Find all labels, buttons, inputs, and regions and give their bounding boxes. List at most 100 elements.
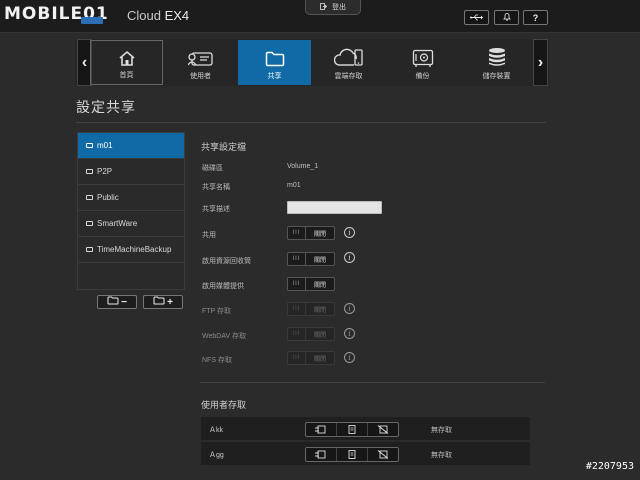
access-state: 無存取 bbox=[431, 427, 452, 434]
help-button[interactable]: ? bbox=[523, 10, 548, 25]
share-description-input[interactable] bbox=[287, 201, 382, 214]
share-profile-title: 共享設定檔 bbox=[201, 142, 247, 152]
toggle-state: 關閉 bbox=[313, 332, 326, 339]
nav-item-users[interactable]: 使用者 bbox=[164, 40, 237, 85]
deny-access-button[interactable] bbox=[368, 423, 398, 436]
table-row: Ａkk 無存取 bbox=[201, 417, 530, 442]
share-item-m01[interactable]: m01 bbox=[78, 133, 184, 159]
top-bar: MOBILE01 Cloud EX4 登出 ? bbox=[0, 0, 640, 33]
nav-item-storage[interactable]: 儲存裝置 bbox=[460, 40, 533, 85]
toggle-state: 關閉 bbox=[313, 257, 326, 264]
folder-icon bbox=[86, 247, 93, 252]
deny-access-icon bbox=[377, 450, 389, 459]
full-access-button[interactable] bbox=[306, 448, 337, 461]
toggle-state: 關閉 bbox=[313, 307, 326, 314]
toggle-grip: III bbox=[288, 352, 306, 364]
title-divider bbox=[76, 122, 546, 123]
nav-next-button[interactable]: › bbox=[533, 39, 548, 86]
section-divider bbox=[200, 382, 545, 383]
deny-access-icon bbox=[377, 425, 389, 434]
nav-item-cloud-access[interactable]: 雲端存取 bbox=[312, 40, 385, 85]
share-description-label: 共享描述 bbox=[202, 206, 230, 213]
share-list: m01 P2P Public SmartWare TimeMachineBack… bbox=[77, 132, 185, 290]
wd-logo-badge bbox=[81, 17, 103, 24]
share-item-label: SmartWare bbox=[97, 219, 138, 228]
user-name: Ａkk bbox=[209, 427, 223, 434]
webdav-access-label: WebDAV 存取 bbox=[202, 333, 247, 340]
share-toggle[interactable]: III 關閉 bbox=[287, 226, 335, 240]
users-icon bbox=[187, 52, 213, 66]
share-item-label: P2P bbox=[97, 167, 113, 176]
add-share-button[interactable]: + bbox=[143, 295, 183, 309]
info-icon[interactable]: i bbox=[344, 303, 355, 314]
user-access-title: 使用者存取 bbox=[201, 400, 247, 410]
help-icon: ? bbox=[532, 12, 539, 23]
usb-button[interactable] bbox=[464, 10, 489, 25]
folder-icon bbox=[86, 169, 93, 174]
brand-model: EX4 bbox=[164, 8, 190, 23]
nav-label: 使用者 bbox=[190, 73, 211, 80]
nfs-access-toggle: III 關閉 bbox=[287, 351, 335, 365]
info-icon[interactable]: i bbox=[344, 252, 355, 263]
share-item-label: Public bbox=[97, 193, 119, 202]
nav-item-shares[interactable]: 共享 bbox=[238, 40, 311, 85]
recycle-bin-toggle[interactable]: III 關閉 bbox=[287, 252, 335, 266]
share-item-p2p[interactable]: P2P bbox=[78, 159, 184, 185]
access-state: 無存取 bbox=[431, 452, 452, 459]
share-item-timemachinebackup[interactable]: TimeMachineBackup bbox=[78, 237, 184, 263]
full-access-button[interactable] bbox=[306, 423, 337, 436]
access-level-selector bbox=[305, 447, 399, 462]
nav-item-backup[interactable]: 備份 bbox=[386, 40, 459, 85]
webdav-access-toggle: III 關閉 bbox=[287, 327, 335, 341]
toggle-grip: III bbox=[288, 328, 306, 340]
remove-share-button[interactable]: − bbox=[97, 295, 137, 309]
user-icon: Ａ bbox=[209, 427, 216, 434]
share-name-value: m01 bbox=[287, 182, 301, 189]
alerts-button[interactable] bbox=[494, 10, 519, 25]
logout-icon bbox=[320, 2, 328, 12]
info-icon[interactable]: i bbox=[344, 328, 355, 339]
nav-label: 儲存裝置 bbox=[482, 73, 511, 80]
deny-access-button[interactable] bbox=[368, 448, 398, 461]
plus-icon: + bbox=[167, 296, 173, 308]
toggle-grip: III bbox=[288, 253, 306, 265]
read-only-button[interactable] bbox=[337, 423, 368, 436]
toggle-state: 關閉 bbox=[313, 231, 326, 238]
user-access-table: Ａkk 無存取 Ａgg 無存取 bbox=[201, 417, 530, 467]
user-name: Ａgg bbox=[209, 452, 224, 459]
toggle-grip: III bbox=[288, 227, 306, 239]
share-item-label: TimeMachineBackup bbox=[97, 245, 172, 254]
media-serving-toggle[interactable]: III 關閉 bbox=[287, 277, 335, 291]
share-item-public[interactable]: Public bbox=[78, 185, 184, 211]
info-icon[interactable]: i bbox=[344, 352, 355, 363]
nav-label: 備份 bbox=[415, 73, 430, 80]
logout-button[interactable]: 登出 bbox=[305, 0, 361, 15]
chevron-left-icon: ‹ bbox=[81, 53, 88, 71]
share-item-smartware[interactable]: SmartWare bbox=[78, 211, 184, 237]
nav-item-home[interactable]: 首頁 bbox=[90, 40, 163, 85]
toggle-grip: III bbox=[288, 303, 306, 315]
info-icon[interactable]: i bbox=[344, 227, 355, 238]
access-level-selector bbox=[305, 422, 399, 437]
watermark-id: #2207953 bbox=[585, 461, 634, 472]
usb-icon bbox=[470, 13, 483, 23]
storage-icon bbox=[488, 48, 505, 66]
table-row: Ａgg 無存取 bbox=[201, 442, 530, 467]
chevron-right-icon: › bbox=[537, 53, 544, 71]
bell-icon bbox=[502, 12, 511, 23]
share-name-label: 共享名稱 bbox=[202, 184, 230, 191]
toggle-grip: III bbox=[288, 278, 306, 290]
nfs-access-label: NFS 存取 bbox=[202, 357, 232, 364]
folder-icon bbox=[86, 143, 93, 148]
full-access-icon bbox=[315, 450, 326, 459]
ftp-access-label: FTP 存取 bbox=[202, 308, 232, 315]
read-only-icon bbox=[348, 450, 356, 459]
recycle-bin-label: 啟用資源回收筒 bbox=[202, 258, 251, 265]
read-only-icon bbox=[348, 425, 356, 434]
cloud-icon bbox=[333, 48, 363, 66]
user-icon: Ａ bbox=[209, 452, 216, 459]
folder-icon bbox=[86, 195, 93, 200]
read-only-button[interactable] bbox=[337, 448, 368, 461]
folder-icon bbox=[153, 296, 165, 308]
home-icon bbox=[118, 50, 135, 66]
